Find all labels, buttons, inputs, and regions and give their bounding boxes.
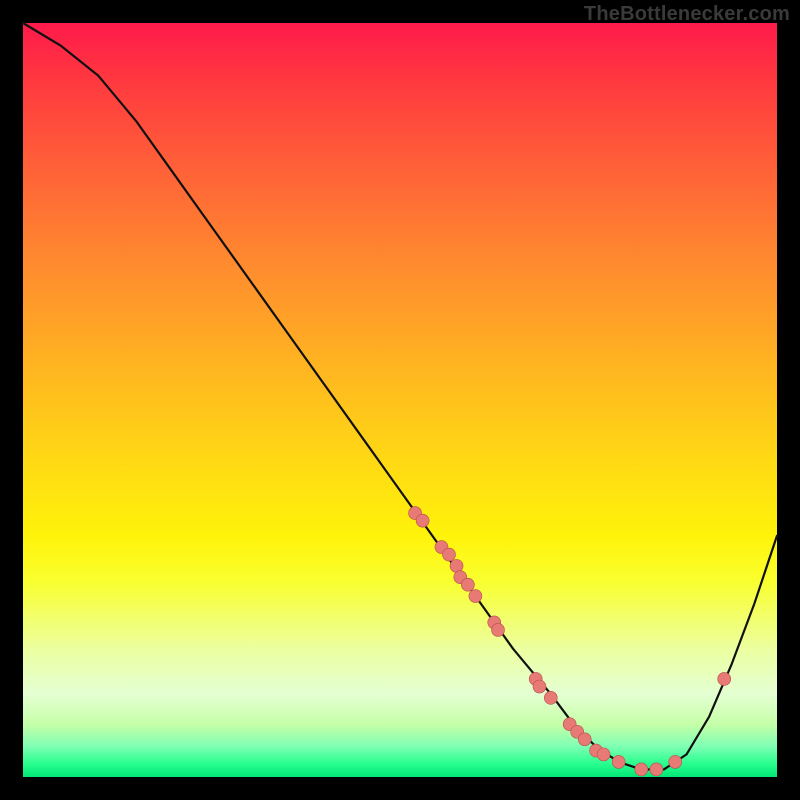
data-point <box>533 680 546 693</box>
data-point <box>461 578 474 591</box>
chart-frame: TheBottlenecker.com <box>0 0 800 800</box>
data-point <box>450 559 463 572</box>
plot-svg <box>23 23 777 777</box>
data-point <box>492 623 505 636</box>
bottleneck-curve <box>23 23 777 769</box>
data-point <box>612 755 625 768</box>
data-point <box>718 672 731 685</box>
data-point <box>669 755 682 768</box>
data-point <box>416 514 429 527</box>
data-point <box>443 548 456 561</box>
data-point <box>650 763 663 776</box>
data-point <box>635 763 648 776</box>
data-point <box>544 691 557 704</box>
data-point <box>469 590 482 603</box>
plot-area <box>23 23 777 777</box>
data-point <box>578 733 591 746</box>
data-point <box>597 748 610 761</box>
data-points-group <box>409 507 731 776</box>
